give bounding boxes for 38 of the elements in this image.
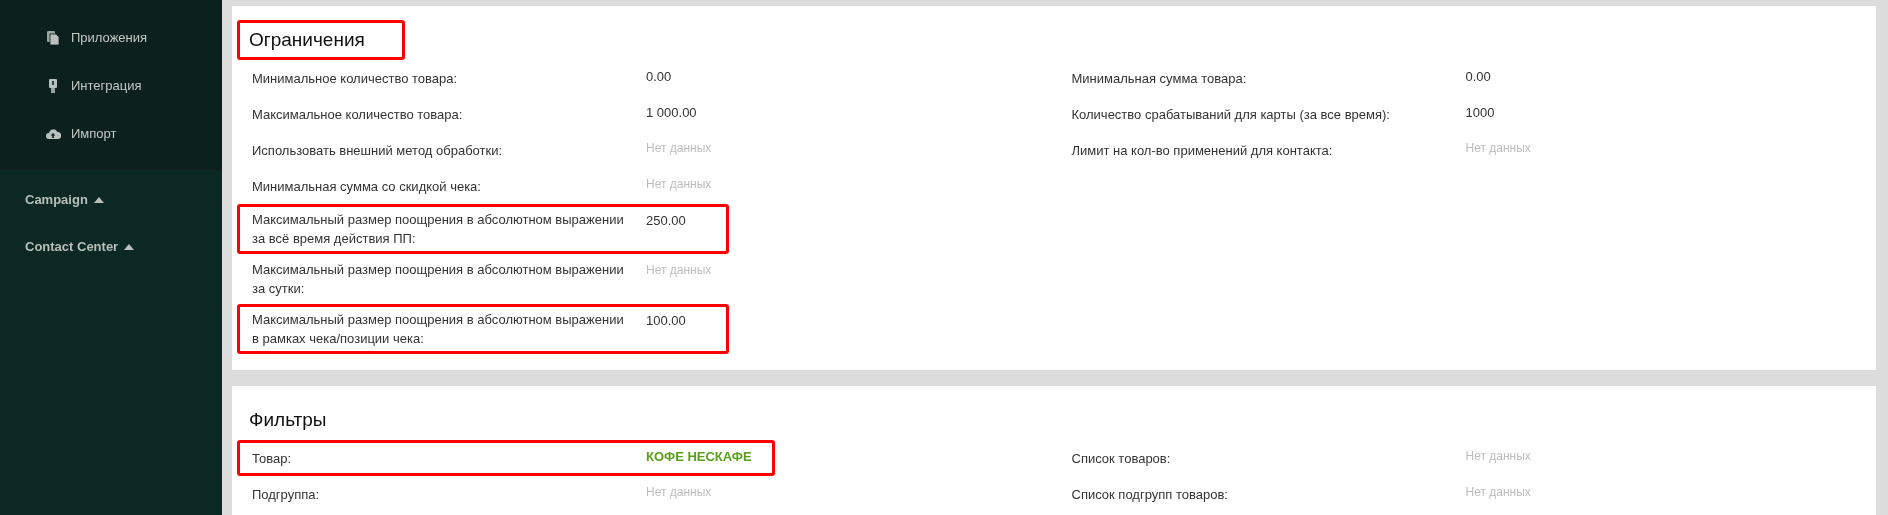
- field-label: Подгруппа:: [252, 485, 321, 504]
- sidebar-item[interactable]: Интеграция: [0, 62, 222, 110]
- field-label: Использовать внешний метод обработки:: [252, 141, 504, 160]
- section-title: Фильтры: [248, 407, 328, 432]
- field-value: 100.00: [646, 312, 687, 330]
- field-label: Максимальный размер поощрения в абсолютном выражении за сутки:: [252, 261, 625, 298]
- field-label: Минимальная сумма товара:: [1071, 69, 1248, 88]
- field-label: Минимальная сумма со скидкой чека:: [252, 177, 482, 196]
- field-value: 1000: [1465, 104, 1496, 122]
- field-value: 250.00: [646, 212, 687, 230]
- cloud-upload-icon: [45, 126, 61, 142]
- field-label: Список подгрупп товаров:: [1071, 485, 1229, 504]
- field-value: 0.00: [646, 68, 673, 86]
- sidebar-group[interactable]: Campaign: [0, 176, 222, 223]
- field-value: Нет данных: [646, 484, 712, 501]
- field-value: 0.00: [1465, 68, 1492, 86]
- field-value: Нет данных: [1465, 140, 1531, 157]
- caret-up-icon: [93, 196, 104, 203]
- field-value: Нет данных: [646, 140, 712, 157]
- field-label: Товар:: [252, 449, 292, 468]
- sidebar-item[interactable]: Приложения: [0, 14, 222, 62]
- field-label: Максимальный размер поощрения в абсолютном выражении в рамках чека/позиции чека:: [252, 311, 625, 348]
- caret-up-icon: [124, 243, 135, 250]
- section-title: Ограничения: [237, 20, 405, 60]
- field-label: Максимальный размер поощрения в абсолютном выражении за всё время действия ПП:: [252, 211, 625, 248]
- field-value: Нет данных: [1465, 484, 1531, 501]
- field-value: Нет данных: [646, 176, 712, 193]
- field-label: Лимит на кол-во применений для контакта:: [1071, 141, 1334, 160]
- field-label: Количество срабатываний для карты (за все время):: [1071, 105, 1391, 124]
- field-value: Нет данных: [646, 262, 712, 279]
- field-value: Нет данных: [1465, 448, 1531, 465]
- field-value: 1 000.00: [646, 104, 698, 122]
- field-label: Минимальное количество товара:: [252, 69, 459, 88]
- documents-icon: [45, 30, 61, 46]
- sidebar-item[interactable]: Импорт: [0, 110, 222, 158]
- field-label: Список товаров:: [1071, 449, 1172, 468]
- sidebar-group[interactable]: Contact Center: [0, 223, 222, 270]
- field-label: Максимальное количество товара:: [252, 105, 464, 124]
